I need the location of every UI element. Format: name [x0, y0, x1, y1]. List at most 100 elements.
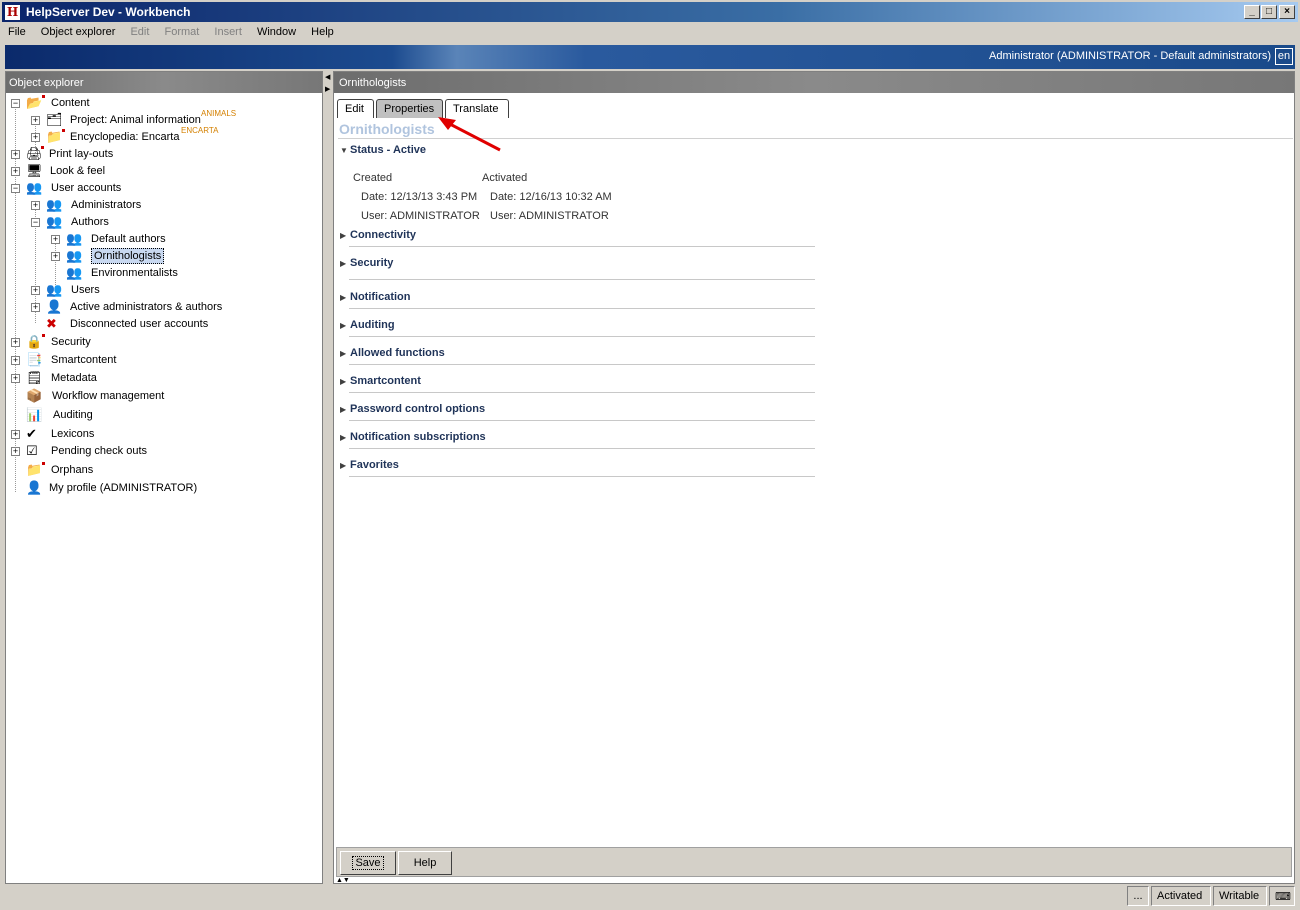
- collapsed-triangle-icon: ▶: [340, 461, 347, 470]
- tree-label-environmentalists[interactable]: Environmentalists: [89, 266, 180, 280]
- expand-icon[interactable]: +: [31, 116, 40, 125]
- status-bar: ... Activated Writable ⌨: [5, 886, 1295, 906]
- expand-icon[interactable]: +: [31, 286, 40, 295]
- section-auditing[interactable]: ▶ Auditing: [340, 319, 815, 333]
- expand-icon[interactable]: +: [11, 356, 20, 365]
- collapse-icon[interactable]: −: [31, 218, 40, 227]
- encyclopedia-tag: ENCARTA: [181, 126, 219, 135]
- expand-icon[interactable]: +: [51, 235, 60, 244]
- tree-label-workflow[interactable]: Workflow management: [50, 389, 166, 403]
- section-label-password-control: Password control options: [350, 403, 486, 415]
- title-bar: H HelpServer Dev - Workbench _ □ ×: [0, 0, 1300, 24]
- section-notification[interactable]: ▶ Notification: [340, 291, 815, 305]
- panel-splitter[interactable]: ◀ ▶: [323, 71, 331, 884]
- tree-label-lexicons[interactable]: Lexicons: [49, 427, 96, 441]
- expand-icon[interactable]: +: [11, 150, 20, 159]
- maximize-button[interactable]: □: [1261, 5, 1277, 19]
- section-label-auditing: Auditing: [350, 319, 395, 331]
- spellcheck-icon: ✔: [26, 426, 37, 441]
- expand-icon[interactable]: +: [11, 338, 20, 347]
- expand-icon[interactable]: +: [11, 447, 20, 456]
- menu-file[interactable]: File: [2, 24, 32, 40]
- tree-label-active-admins[interactable]: Active administrators & authors: [68, 300, 224, 314]
- window-title: HelpServer Dev - Workbench: [26, 5, 191, 19]
- object-title: Ornithologists: [339, 121, 435, 137]
- collapsed-triangle-icon: ▶: [340, 433, 347, 442]
- tree-label-print-layouts[interactable]: Print lay-outs: [47, 147, 115, 161]
- section-status[interactable]: ▼ Status - Active: [340, 144, 815, 158]
- tree-label-authors[interactable]: Authors: [69, 215, 111, 229]
- section-security[interactable]: ▶ Security: [340, 257, 815, 271]
- tree-label-content[interactable]: Content: [49, 96, 92, 110]
- tab-edit[interactable]: Edit: [337, 99, 374, 118]
- status-more-button[interactable]: ...: [1127, 886, 1149, 906]
- section-favorites[interactable]: ▶ Favorites: [340, 459, 815, 473]
- save-button[interactable]: Save: [340, 851, 396, 875]
- activated-user: User: ADMINISTRATOR: [490, 210, 609, 222]
- section-password-control[interactable]: ▶ Password control options: [340, 403, 815, 417]
- monitor-icon: 🖥: [26, 163, 43, 178]
- tree-label-default-authors[interactable]: Default authors: [89, 232, 168, 246]
- collapse-left-icon[interactable]: ◀: [325, 73, 330, 81]
- expand-icon[interactable]: +: [11, 430, 20, 439]
- section-label-status: Status - Active: [350, 144, 427, 156]
- expand-icon[interactable]: +: [11, 167, 20, 176]
- help-button[interactable]: Help: [398, 851, 452, 875]
- tree-label-auditing[interactable]: Auditing: [51, 408, 95, 422]
- tree-label-look-feel[interactable]: Look & feel: [48, 164, 107, 178]
- smartcontent-icon: 📑: [26, 352, 43, 367]
- menu-window[interactable]: Window: [251, 24, 302, 40]
- tree-label-metadata[interactable]: Metadata: [49, 371, 99, 385]
- tree-label-encyclopedia[interactable]: Encyclopedia: Encarta: [68, 130, 181, 144]
- tree-label-users[interactable]: Users: [69, 283, 102, 297]
- action-bar: Save Help: [336, 847, 1292, 877]
- expand-icon[interactable]: +: [51, 252, 60, 261]
- tree-label-pending[interactable]: Pending check outs: [49, 444, 149, 458]
- tree-label-orphans[interactable]: Orphans: [49, 463, 95, 477]
- menu-insert: Insert: [214, 26, 242, 38]
- users-group-icon: 👥: [46, 282, 63, 297]
- expand-icon[interactable]: +: [31, 303, 40, 312]
- section-allowed-functions[interactable]: ▶ Allowed functions: [340, 347, 815, 361]
- app-icon: H: [5, 5, 20, 20]
- created-label: Created: [353, 172, 393, 184]
- menu-help[interactable]: Help: [305, 24, 340, 40]
- object-explorer-header: Object explorer: [6, 72, 322, 93]
- active-user-icon: 👤: [46, 299, 63, 314]
- tab-properties[interactable]: Properties: [376, 99, 443, 118]
- tree-label-user-accounts[interactable]: User accounts: [49, 181, 123, 195]
- minimize-button[interactable]: _: [1244, 5, 1260, 19]
- expand-icon[interactable]: +: [11, 374, 20, 383]
- tree-label-smartcontent[interactable]: Smartcontent: [49, 353, 118, 367]
- menu-object-explorer[interactable]: Object explorer: [35, 24, 122, 40]
- bar-chart-icon: 📊: [26, 407, 43, 422]
- collapse-icon[interactable]: −: [11, 184, 20, 193]
- tree-label-my-profile[interactable]: My profile (ADMINISTRATOR): [47, 481, 199, 495]
- keyboard-icon[interactable]: ⌨: [1269, 886, 1295, 906]
- language-button[interactable]: en: [1275, 48, 1293, 65]
- section-smartcontent[interactable]: ▶ Smartcontent: [340, 375, 815, 389]
- section-notification-subscriptions[interactable]: ▶ Notification subscriptions: [340, 431, 815, 445]
- project-tag: ANIMALS: [201, 109, 237, 118]
- detail-header: Ornithologists: [334, 72, 1294, 93]
- tree-label-administrators[interactable]: Administrators: [69, 198, 143, 212]
- activated-date: Date: 12/16/13 10:32 AM: [490, 191, 612, 203]
- collapse-icon[interactable]: −: [11, 99, 20, 108]
- collapse-right-icon[interactable]: ▶: [325, 85, 330, 93]
- scroll-arrows-icon[interactable]: ▲▼: [336, 877, 350, 884]
- tree-label-disconnected[interactable]: Disconnected user accounts: [68, 317, 210, 331]
- expand-icon[interactable]: +: [31, 201, 40, 210]
- tree-label-security[interactable]: Security: [49, 335, 93, 349]
- tree-label-project[interactable]: Project: Animal information: [68, 113, 203, 127]
- users-group-check-icon: 👥: [66, 248, 83, 263]
- collapsed-triangle-icon: ▶: [340, 405, 347, 414]
- section-connectivity[interactable]: ▶ Connectivity: [340, 229, 815, 243]
- close-button[interactable]: ×: [1279, 5, 1295, 19]
- created-date: Date: 12/13/13 3:43 PM: [361, 191, 478, 203]
- tree-label-ornithologists[interactable]: Ornithologists: [91, 248, 165, 264]
- activated-label: Activated: [482, 172, 528, 184]
- section-label-connectivity: Connectivity: [350, 229, 417, 241]
- expanded-triangle-icon: ▼: [340, 146, 348, 155]
- created-user: User: ADMINISTRATOR: [361, 210, 480, 222]
- expand-icon[interactable]: +: [31, 133, 40, 142]
